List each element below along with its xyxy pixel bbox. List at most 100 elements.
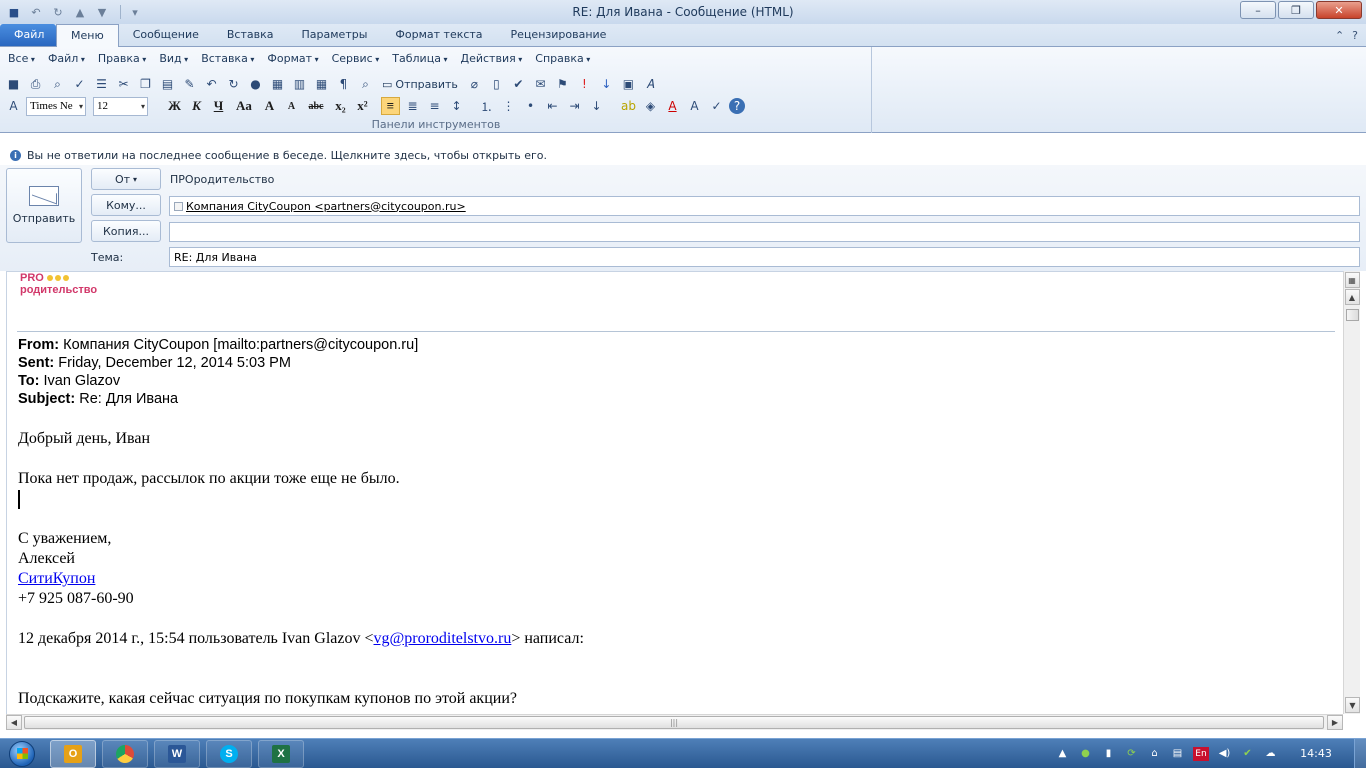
show-hidden-icons-icon[interactable]: ▲ — [1055, 746, 1070, 761]
send-button[interactable]: Отправить — [6, 168, 82, 243]
strikethrough-button[interactable]: abc — [304, 97, 328, 115]
restore-button[interactable]: ❐ — [1278, 1, 1314, 19]
align-left-icon[interactable]: ≡ — [381, 97, 400, 115]
start-button[interactable] — [0, 739, 44, 768]
spelling-icon[interactable]: ✓ — [70, 75, 89, 93]
horizontal-scroll-thumb[interactable]: ||| — [24, 716, 1324, 729]
scroll-left-icon[interactable]: ◀ — [6, 715, 22, 730]
to-field[interactable]: Компания CityCoupon <partners@citycoupon… — [169, 196, 1360, 216]
scroll-down-icon[interactable]: ▼ — [1345, 697, 1360, 713]
bullets-icon[interactable]: • — [521, 97, 540, 115]
numbering-icon[interactable]: ⒈ — [477, 97, 496, 115]
table-icon[interactable]: ▥ — [290, 75, 309, 93]
research-icon[interactable]: ☰ — [92, 75, 111, 93]
columns-icon[interactable]: ▦ — [312, 75, 331, 93]
menu-edit[interactable]: Правка — [94, 52, 150, 65]
line-spacing-icon[interactable]: ↕ — [447, 97, 466, 115]
close-button[interactable]: ✕ — [1316, 1, 1362, 19]
menu-tools[interactable]: Сервис — [328, 52, 384, 65]
down-arrow-icon[interactable]: ▼ — [94, 4, 110, 20]
sort-icon[interactable]: ↓ — [587, 97, 606, 115]
font-name-combo[interactable]: Times Ne — [26, 96, 86, 116]
cc-field[interactable] — [169, 222, 1360, 242]
signal-icon[interactable]: ▮ — [1101, 746, 1116, 761]
taskbar-skype[interactable]: S — [206, 739, 252, 768]
quote-email-link[interactable]: vg@proroditelstvo.ru — [374, 630, 512, 647]
tray-app-icon[interactable]: ● — [1078, 746, 1093, 761]
taskbar-chrome[interactable] — [102, 739, 148, 768]
save-icon[interactable]: ■ — [6, 4, 22, 20]
tab-options[interactable]: Параметры — [288, 24, 382, 46]
spell-check-icon[interactable]: ✓ — [707, 97, 726, 115]
tray-cloud-icon[interactable]: ☁ — [1263, 746, 1278, 761]
low-importance-icon[interactable]: ↓ — [597, 75, 616, 93]
change-case-button[interactable]: Aa — [231, 97, 257, 115]
undo-icon[interactable]: ↶ — [28, 4, 44, 20]
taskbar-outlook[interactable]: O — [50, 739, 96, 768]
tab-review[interactable]: Рецензирование — [497, 24, 621, 46]
redo-icon[interactable]: ↻ — [224, 75, 243, 93]
subject-field[interactable]: RE: Для Ивана — [169, 247, 1360, 267]
justify-icon[interactable]: ≣ — [403, 97, 422, 115]
tab-message[interactable]: Сообщение — [119, 24, 213, 46]
to-button[interactable]: Кому... — [91, 194, 161, 216]
menu-actions[interactable]: Действия — [457, 52, 527, 65]
signature-icon[interactable]: ✉ — [531, 75, 550, 93]
tab-file[interactable]: Файл — [0, 24, 56, 46]
show-desktop-button[interactable] — [1354, 738, 1366, 768]
cc-button[interactable]: Копия... — [91, 220, 161, 242]
decrease-indent-icon[interactable]: ⇤ — [543, 97, 562, 115]
address-book-icon[interactable]: ▯ — [487, 75, 506, 93]
undo-icon[interactable]: ↶ — [202, 75, 221, 93]
scroll-up-icon[interactable]: ▲ — [1344, 289, 1360, 305]
tab-insert[interactable]: Вставка — [213, 24, 288, 46]
tab-menu[interactable]: Меню — [56, 24, 119, 47]
customize-qat-icon[interactable]: ▾ — [127, 4, 143, 20]
tray-check-icon[interactable]: ✔ — [1240, 746, 1255, 761]
up-arrow-icon[interactable]: ▲ — [72, 4, 88, 20]
network-icon[interactable]: ▤ — [1170, 746, 1185, 761]
menu-all[interactable]: Все — [4, 52, 39, 65]
styles-pane-icon[interactable]: A — [4, 97, 23, 115]
follow-up-flag-icon[interactable]: ⚑ — [553, 75, 572, 93]
zoom-icon[interactable]: ⌕ — [356, 75, 375, 93]
sync-icon[interactable]: ⟳ — [1124, 746, 1139, 761]
menu-insert[interactable]: Вставка — [197, 52, 258, 65]
font-color-icon[interactable]: A — [663, 97, 682, 115]
paste-icon[interactable]: ▤ — [158, 75, 177, 93]
attach-icon[interactable]: ⌀ — [465, 75, 484, 93]
vertical-scroll-thumb[interactable] — [1345, 309, 1359, 321]
copy-icon[interactable]: ❐ — [136, 75, 155, 93]
grow-font-button[interactable]: A — [260, 97, 279, 115]
collapse-ribbon-icon[interactable]: ⌃ — [1335, 29, 1344, 42]
company-link[interactable]: СитиКупон — [18, 570, 95, 587]
font-size-combo[interactable]: 12 — [93, 96, 148, 116]
volume-icon[interactable]: ◀) — [1217, 746, 1232, 761]
options-icon[interactable]: ▣ — [619, 75, 638, 93]
tab-format-text[interactable]: Формат текста — [381, 24, 496, 46]
check-names-icon[interactable]: ✔ — [509, 75, 528, 93]
cut-icon[interactable]: ✂ — [114, 75, 133, 93]
conversation-info-bar[interactable]: i Вы не ответили на последнее сообщение … — [0, 145, 1366, 165]
shading-icon[interactable]: ◈ — [641, 97, 660, 115]
toolbar-send-button[interactable]: ▭ Отправить — [378, 78, 462, 91]
help-icon[interactable]: ? — [729, 98, 745, 114]
increase-indent-icon[interactable]: ⇥ — [565, 97, 584, 115]
subscript-button[interactable]: x₂ — [331, 97, 350, 115]
save-icon[interactable]: ■ — [4, 75, 23, 93]
scroll-right-icon[interactable]: ▶ — [1327, 715, 1343, 730]
print-preview-icon[interactable]: ⌕ — [48, 75, 67, 93]
taskbar-word[interactable]: W — [154, 739, 200, 768]
minimize-button[interactable]: – — [1240, 1, 1276, 19]
shrink-font-button[interactable]: A — [282, 97, 301, 115]
pilcrow-icon[interactable]: ¶ — [334, 75, 353, 93]
borders-icon[interactable]: ▦ — [268, 75, 287, 93]
multilevel-list-icon[interactable]: ⋮ — [499, 97, 518, 115]
recipient-chip[interactable]: Компания CityCoupon <partners@citycoupon… — [174, 200, 466, 213]
format-painter-icon[interactable]: ✎ — [180, 75, 199, 93]
italic-button[interactable]: К — [187, 97, 206, 115]
hyperlink-icon[interactable]: ● — [246, 75, 265, 93]
menu-table[interactable]: Таблица — [388, 52, 451, 65]
from-button[interactable]: От ▾ — [91, 168, 161, 190]
taskbar-excel[interactable]: X — [258, 739, 304, 768]
